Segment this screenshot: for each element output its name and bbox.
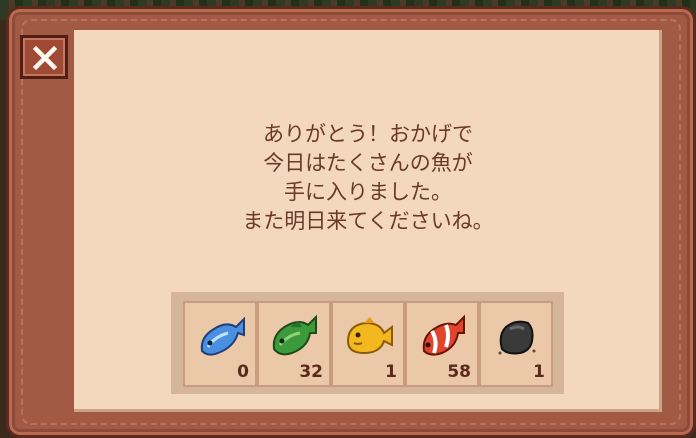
catch-slot-boot[interactable]: 1 — [479, 301, 553, 387]
catch-count: 0 — [237, 362, 249, 382]
clownfish-icon — [422, 314, 465, 356]
boot-icon — [498, 320, 536, 355]
yellow-fish-icon — [346, 317, 393, 355]
catch-count: 32 — [299, 362, 323, 382]
catch-count: 1 — [533, 362, 545, 382]
blue-fish-icon — [200, 316, 245, 356]
message-line-3: 手に入りました。 — [284, 180, 452, 204]
green-fish-icon — [272, 314, 317, 356]
catch-count: 58 — [447, 362, 471, 382]
close-button[interactable] — [20, 35, 68, 79]
catch-slot-green-fish[interactable]: 32 — [257, 301, 331, 387]
message-line-2: 今日はたくさんの魚が — [263, 151, 473, 175]
catch-slot-yellow-fish[interactable]: 1 — [331, 301, 405, 387]
catch-slot-blue-fish[interactable]: 0 — [183, 301, 257, 387]
catch-count: 1 — [385, 362, 397, 382]
dialog-message: ありがとう！おかげで 今日はたくさんの魚が 手に入りました。 また明日来てくださ… — [74, 120, 662, 236]
catch-tray: 0 32 1 58 1 — [171, 292, 564, 394]
message-line-1: ありがとう！おかげで — [263, 122, 473, 146]
message-line-4: また明日来てくださいね。 — [242, 209, 494, 233]
close-icon — [32, 45, 58, 71]
catch-slot-clownfish[interactable]: 58 — [405, 301, 479, 387]
